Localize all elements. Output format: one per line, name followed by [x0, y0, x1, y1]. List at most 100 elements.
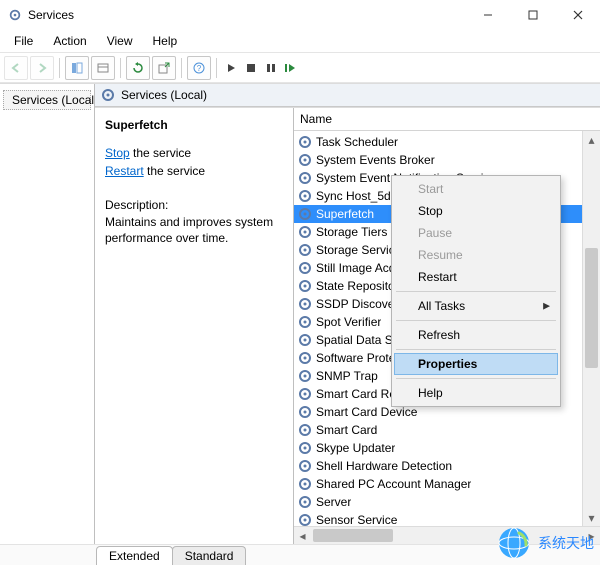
service-gear-icon [298, 423, 312, 437]
service-gear-icon [298, 153, 312, 167]
context-menu-resume[interactable]: Resume [394, 244, 558, 266]
column-header-name[interactable]: Name [294, 108, 600, 131]
service-gear-icon [298, 495, 312, 509]
service-gear-icon [298, 477, 312, 491]
app-gear-icon [8, 8, 22, 22]
hscroll-thumb[interactable] [313, 529, 393, 542]
toolbar-separator [120, 58, 121, 78]
horizontal-scrollbar[interactable]: ◂ ▸ [294, 526, 600, 544]
toolbar-separator [181, 58, 182, 78]
service-gear-icon [298, 315, 312, 329]
stop-service-link[interactable]: Stop [105, 146, 130, 160]
toolbar: ? [0, 52, 600, 83]
service-label: Spot Verifier [316, 315, 381, 329]
scroll-thumb[interactable] [585, 248, 598, 368]
tree-panel: Services (Local [0, 84, 95, 544]
vertical-scrollbar[interactable]: ▴ ▾ [582, 131, 600, 526]
service-gear-icon [298, 297, 312, 311]
service-label: Superfetch [316, 207, 374, 221]
service-label: System Events Broker [316, 153, 435, 167]
menu-help[interactable]: Help [145, 32, 186, 50]
service-gear-icon [298, 279, 312, 293]
description-label: Description: [105, 198, 285, 212]
scroll-up-arrow-icon[interactable]: ▴ [583, 131, 600, 148]
tree-root-label: Services (Local [12, 93, 94, 107]
service-row[interactable]: Skype Updater [294, 439, 600, 457]
help-toolbar-button[interactable]: ? [187, 56, 211, 80]
service-gear-icon [298, 225, 312, 239]
service-label: Task Scheduler [316, 135, 398, 149]
forward-button[interactable] [30, 56, 54, 80]
minimize-button[interactable] [465, 0, 510, 30]
service-label: Shared PC Account Manager [316, 477, 471, 491]
service-stop-button[interactable] [242, 57, 260, 79]
context-menu-refresh[interactable]: Refresh [394, 324, 558, 346]
restart-service-link[interactable]: Restart [105, 164, 144, 178]
context-menu-separator [396, 320, 556, 321]
service-label: Server [316, 495, 351, 509]
service-gear-icon [298, 513, 312, 526]
back-button[interactable] [4, 56, 28, 80]
service-row[interactable]: Server [294, 493, 600, 511]
context-menu-separator [396, 349, 556, 350]
service-row[interactable]: Sensor Service [294, 511, 600, 526]
tab-standard[interactable]: Standard [172, 546, 247, 565]
context-menu-stop[interactable]: Stop [394, 200, 558, 222]
service-label: SNMP Trap [316, 369, 378, 383]
service-gear-icon [298, 369, 312, 383]
tree-root-services[interactable]: Services (Local [3, 90, 91, 110]
tab-bar: Extended Standard [0, 544, 600, 565]
hscroll-track[interactable] [311, 527, 583, 544]
svg-text:?: ? [197, 64, 202, 73]
service-label: Skype Updater [316, 441, 395, 455]
context-menu-help[interactable]: Help [394, 382, 558, 404]
context-menu-properties[interactable]: Properties [394, 353, 558, 375]
service-row[interactable]: Shared PC Account Manager [294, 475, 600, 493]
service-row[interactable]: Shell Hardware Detection [294, 457, 600, 475]
maximize-button[interactable] [510, 0, 555, 30]
title-bar: Services [0, 0, 600, 30]
service-label: Smart Card Device [316, 405, 417, 419]
toolbar-separator [216, 58, 217, 78]
service-gear-icon [298, 459, 312, 473]
service-restart-button[interactable] [282, 57, 300, 79]
service-pause-button[interactable] [262, 57, 280, 79]
scroll-right-arrow-icon[interactable]: ▸ [583, 529, 600, 543]
menu-file[interactable]: File [6, 32, 41, 50]
service-row[interactable]: System Events Broker [294, 151, 600, 169]
context-menu-pause[interactable]: Pause [394, 222, 558, 244]
service-gear-icon [298, 171, 312, 185]
service-gear-icon [298, 351, 312, 365]
context-menu-separator [396, 378, 556, 379]
menu-bar: File Action View Help [0, 30, 600, 52]
service-gear-icon [298, 333, 312, 347]
service-gear-icon [298, 135, 312, 149]
service-gear-icon [298, 405, 312, 419]
scroll-down-arrow-icon[interactable]: ▾ [583, 509, 600, 526]
context-menu-start[interactable]: Start [394, 178, 558, 200]
context-menu-restart[interactable]: Restart [394, 266, 558, 288]
service-gear-icon [298, 243, 312, 257]
context-menu-all-tasks[interactable]: All Tasks ▶ [394, 295, 558, 317]
menu-view[interactable]: View [99, 32, 141, 50]
refresh-button[interactable] [126, 56, 150, 80]
window-controls [465, 0, 600, 30]
scroll-left-arrow-icon[interactable]: ◂ [294, 529, 311, 543]
service-label: Storage Service [316, 243, 401, 257]
tab-extended[interactable]: Extended [96, 546, 173, 565]
close-button[interactable] [555, 0, 600, 30]
service-row[interactable]: Smart Card [294, 421, 600, 439]
service-start-button[interactable] [222, 57, 240, 79]
services-gear-icon [101, 88, 115, 102]
menu-action[interactable]: Action [45, 32, 94, 50]
context-menu-separator [396, 291, 556, 292]
context-menu: Start Stop Pause Resume Restart All Task… [391, 175, 561, 407]
show-hide-tree-button[interactable] [65, 56, 89, 80]
submenu-arrow-icon: ▶ [543, 301, 550, 312]
scroll-track[interactable] [583, 148, 600, 509]
service-gear-icon [298, 441, 312, 455]
export-list-button[interactable] [152, 56, 176, 80]
toolbar-separator [59, 58, 60, 78]
properties-toolbar-button[interactable] [91, 56, 115, 80]
service-row[interactable]: Task Scheduler [294, 133, 600, 151]
